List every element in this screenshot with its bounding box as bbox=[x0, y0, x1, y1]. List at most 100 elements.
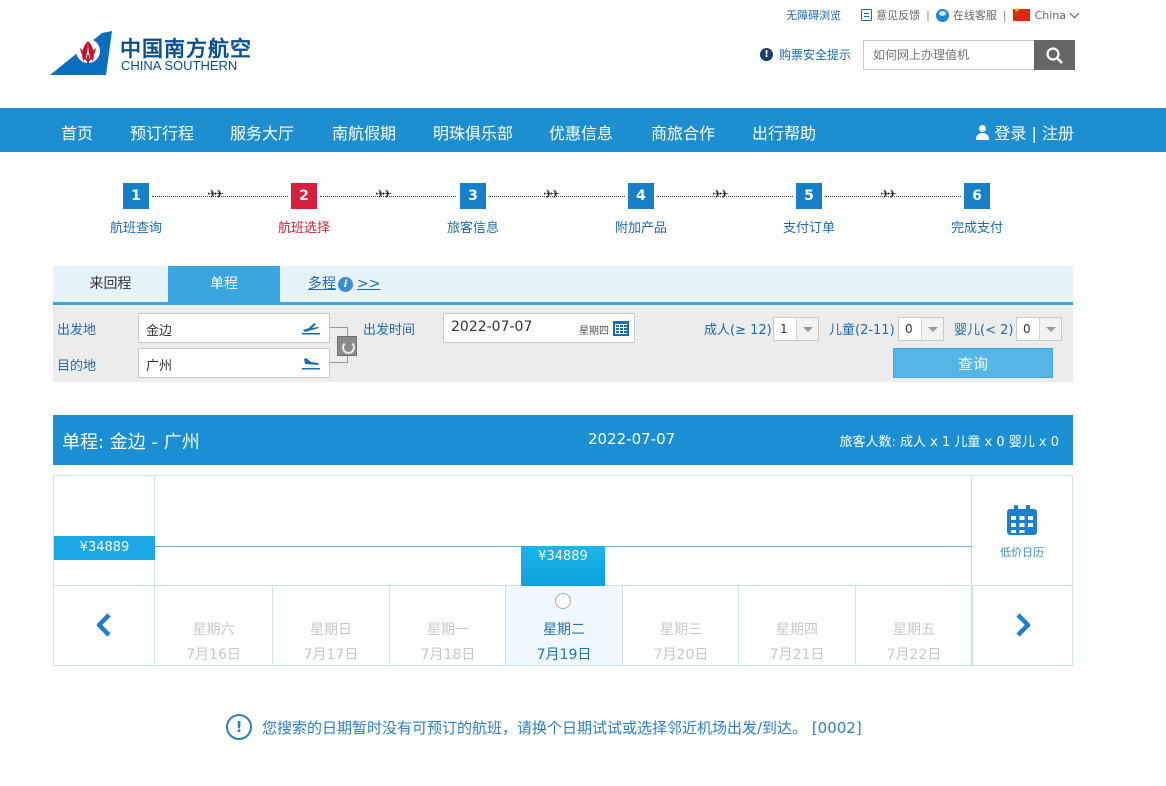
date-cell[interactable]: 星期六 7月16日 bbox=[155, 586, 272, 665]
step-payment: 5 支付订单 bbox=[749, 183, 869, 236]
logo-english-text: CHINA SOUTHERN bbox=[121, 58, 238, 73]
date-weekday: 星期六 bbox=[192, 622, 235, 638]
date-day: 7月22日 bbox=[886, 647, 942, 663]
site-search bbox=[863, 40, 1075, 70]
step-label: 附加产品 bbox=[614, 221, 667, 236]
dropdown-arrow-icon bbox=[1039, 318, 1061, 340]
info-icon[interactable]: i bbox=[338, 277, 353, 292]
plane-icon: ✈✈ bbox=[375, 187, 392, 201]
chevron-left-icon bbox=[96, 613, 111, 637]
safety-tip-label: 购票安全提示 bbox=[779, 48, 852, 62]
divider: | bbox=[1002, 8, 1007, 22]
info-alert-icon: ! bbox=[760, 48, 773, 61]
multi-city-more: >> bbox=[357, 276, 381, 292]
nav-item-home[interactable]: 首页 bbox=[61, 120, 93, 144]
step-number: 2 bbox=[291, 183, 317, 209]
plane-icon: ✈✈ bbox=[712, 187, 729, 201]
step-number: 3 bbox=[460, 183, 486, 209]
date-weekday: 星期五 bbox=[893, 622, 935, 638]
trip-type-tabs: 来回程 单程 多程 i >> bbox=[53, 266, 1073, 305]
nav-item-business[interactable]: 商旅合作 bbox=[651, 120, 715, 144]
booking-progress-steps: ✈✈ ✈✈ ✈✈ ✈✈ ✈✈ 1 航班查询 2 航班选择 3 旅客信息 4 附加… bbox=[0, 183, 1166, 243]
date-weekday: 星期日 bbox=[310, 622, 352, 638]
step-number: 1 bbox=[123, 183, 149, 209]
child-count-value: 0 bbox=[905, 322, 913, 336]
step-label: 支付订单 bbox=[782, 221, 835, 236]
lowest-price-tag: ¥34889 bbox=[54, 536, 155, 560]
low-price-calendar-button[interactable]: 低价日历 bbox=[972, 476, 1072, 586]
step-number: 6 bbox=[964, 183, 990, 209]
date-cell[interactable]: 星期三 7月20日 bbox=[622, 586, 739, 665]
search-button[interactable] bbox=[1034, 40, 1075, 70]
notice-text: 您搜索的日期暂时没有可预订的航班，请换个日期试试或选择邻近机场出发/到达。 [0… bbox=[262, 718, 862, 737]
step-addons: 4 附加产品 bbox=[581, 183, 701, 236]
origin-field[interactable]: 金边 bbox=[138, 313, 330, 343]
step-label: 航班查询 bbox=[109, 221, 162, 236]
nav-item-pearl-club[interactable]: 明珠俱乐部 bbox=[433, 120, 513, 144]
date-day: 7月16日 bbox=[186, 647, 241, 663]
login-register-label: 登录 | 注册 bbox=[994, 124, 1074, 143]
nav-item-offers[interactable]: 优惠信息 bbox=[549, 120, 613, 144]
date-weekday: 星期三 bbox=[660, 622, 702, 638]
main-navigation: 首页 预订行程 服务大厅 南航假期 明珠俱乐部 优惠信息 商旅合作 出行帮助 登… bbox=[0, 108, 1166, 152]
user-icon bbox=[975, 124, 990, 140]
online-service-link[interactable]: 在线客服 bbox=[953, 7, 997, 23]
chevron-right-icon bbox=[1016, 613, 1031, 637]
date-cell-selected[interactable]: 星期二 7月19日 bbox=[505, 586, 622, 665]
route-summary: 单程: 金边 - 广州 bbox=[62, 432, 200, 453]
query-button[interactable]: 查询 bbox=[893, 348, 1053, 378]
step-label: 航班选择 bbox=[277, 221, 330, 236]
adult-count-select[interactable]: 1 bbox=[773, 317, 819, 341]
china-southern-logo[interactable]: 中国南方航空 CHINA SOUTHERN bbox=[50, 31, 251, 77]
destination-value: 广州 bbox=[146, 359, 173, 374]
step-flight-search[interactable]: 1 航班查询 bbox=[76, 183, 196, 236]
date-cell[interactable]: 星期五 7月22日 bbox=[855, 586, 972, 665]
previous-week-button[interactable] bbox=[54, 586, 154, 665]
date-day: 7月17日 bbox=[303, 647, 359, 663]
date-cell[interactable]: 星期日 7月17日 bbox=[272, 586, 389, 665]
search-input[interactable] bbox=[863, 40, 1035, 70]
destination-field[interactable]: 广州 bbox=[138, 348, 330, 378]
step-complete: 6 完成支付 bbox=[917, 183, 1037, 236]
info-alert-icon: ! bbox=[226, 714, 252, 740]
login-register-link[interactable]: 登录 | 注册 bbox=[975, 120, 1074, 144]
step-flight-select: 2 航班选择 bbox=[244, 183, 364, 236]
search-icon bbox=[1046, 47, 1063, 64]
child-count-select[interactable]: 0 bbox=[898, 317, 944, 341]
feedback-link[interactable]: 意见反馈 bbox=[876, 7, 920, 23]
tab-one-way[interactable]: 单程 bbox=[168, 266, 280, 302]
infant-count-select[interactable]: 0 bbox=[1016, 317, 1062, 341]
departure-weekday: 星期四 bbox=[579, 326, 609, 337]
region-selector[interactable]: China bbox=[1035, 9, 1066, 22]
multi-city-label: 多程 bbox=[308, 276, 336, 292]
tab-round-trip[interactable]: 来回程 bbox=[53, 266, 168, 302]
dropdown-arrow-icon bbox=[796, 318, 818, 340]
top-header: 中国南方航空 CHINA SOUTHERN 无障碍浏览 意见反馈 | 在线客服 … bbox=[0, 0, 1166, 108]
radio-button[interactable] bbox=[555, 593, 571, 609]
tab-multi-city[interactable]: 多程 i >> bbox=[308, 266, 428, 302]
low-price-calendar-label: 低价日历 bbox=[1000, 546, 1044, 559]
departure-date-label: 出发时间 bbox=[363, 323, 416, 338]
departure-date-field[interactable]: 2022-07-07 星期四 bbox=[443, 313, 635, 343]
calendar-icon bbox=[1007, 505, 1037, 535]
china-flag-icon bbox=[1012, 6, 1030, 21]
next-week-button[interactable] bbox=[972, 586, 1072, 665]
selected-day-price-bar[interactable]: ¥34889 bbox=[521, 546, 605, 586]
chevron-down-icon[interactable] bbox=[1069, 8, 1080, 18]
infant-label: 婴儿(< 2) bbox=[954, 323, 1014, 338]
nav-item-book[interactable]: 预订行程 bbox=[130, 120, 194, 144]
swap-cities-button[interactable] bbox=[337, 336, 357, 356]
nav-item-service[interactable]: 服务大厅 bbox=[230, 120, 294, 144]
date-weekday: 星期一 bbox=[427, 622, 469, 638]
nav-item-holiday[interactable]: 南航假期 bbox=[332, 120, 396, 144]
nav-item-help[interactable]: 出行帮助 bbox=[752, 120, 816, 144]
date-cell[interactable]: 星期四 7月21日 bbox=[738, 586, 855, 665]
accessible-browsing-link[interactable]: 无障碍浏览 bbox=[786, 7, 841, 23]
calendar-icon[interactable] bbox=[613, 321, 629, 336]
ticket-safety-tip[interactable]: ! 购票安全提示 bbox=[760, 46, 851, 63]
date-cell[interactable]: 星期一 7月18日 bbox=[389, 586, 506, 665]
customer-service-icon bbox=[935, 8, 949, 22]
child-label: 儿童(2-11) bbox=[829, 323, 895, 338]
step-number: 4 bbox=[628, 183, 654, 209]
plane-icon: ✈✈ bbox=[543, 187, 560, 201]
